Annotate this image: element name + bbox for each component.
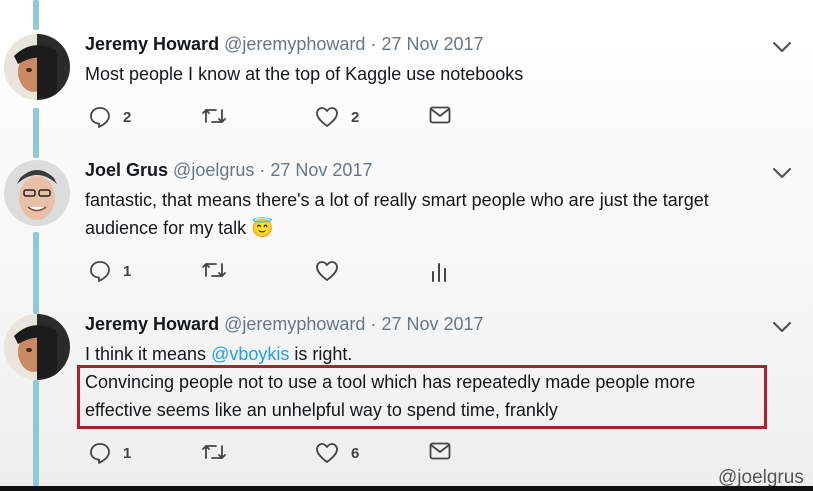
reply-icon bbox=[90, 107, 110, 128]
separator: · bbox=[370, 314, 377, 334]
like-button[interactable] bbox=[315, 260, 351, 282]
tweet-text-prefix: I think it means bbox=[85, 344, 212, 364]
retweet-icon bbox=[202, 263, 226, 277]
dm-icon bbox=[429, 106, 451, 124]
dm-icon bbox=[429, 442, 451, 460]
tweet-header: Jeremy Howard @jeremyphoward · 27 Nov 20… bbox=[85, 314, 484, 335]
like-count: 2 bbox=[351, 108, 360, 126]
like-button[interactable]: 6 bbox=[315, 442, 359, 464]
highlight-box bbox=[77, 365, 767, 429]
separator: · bbox=[370, 34, 377, 54]
tweet-text: Most people I know at the top of Kaggle … bbox=[85, 60, 795, 88]
reply-button[interactable]: 1 bbox=[89, 260, 131, 282]
chevron-down-icon[interactable] bbox=[772, 40, 792, 54]
retweet-button[interactable] bbox=[201, 106, 239, 126]
tweet-text-suffix: is right. bbox=[289, 344, 353, 364]
reply-button[interactable]: 2 bbox=[89, 106, 131, 128]
author-handle[interactable]: @jeremyphoward bbox=[224, 314, 365, 334]
reply-count: 2 bbox=[123, 108, 132, 126]
dm-button[interactable] bbox=[429, 106, 451, 124]
tweet-text: fantastic, that means there's a lot of r… bbox=[85, 186, 795, 242]
retweet-icon bbox=[202, 109, 226, 123]
tweet-text-line: audience for my talk 😇 bbox=[85, 214, 795, 242]
tweet-text-line: Most people I know at the top of Kaggle … bbox=[85, 64, 524, 84]
thread-line bbox=[33, 380, 39, 486]
tweet-header: Joel Grus @joelgrus · 27 Nov 2017 bbox=[85, 160, 372, 181]
dm-button[interactable] bbox=[429, 442, 451, 460]
tweet-date[interactable]: 27 Nov 2017 bbox=[381, 314, 483, 334]
author-name[interactable]: Joel Grus bbox=[85, 160, 168, 180]
separator: · bbox=[259, 160, 266, 180]
reply-icon bbox=[90, 443, 110, 464]
bottom-border bbox=[0, 486, 813, 491]
thread-line bbox=[33, 232, 39, 314]
like-icon bbox=[316, 443, 338, 463]
like-icon bbox=[316, 107, 338, 127]
reply-button[interactable]: 1 bbox=[89, 442, 131, 464]
reply-icon bbox=[90, 261, 110, 282]
author-name[interactable]: Jeremy Howard bbox=[85, 34, 219, 54]
retweet-button[interactable] bbox=[201, 442, 239, 462]
avatar[interactable] bbox=[4, 160, 70, 226]
retweet-icon bbox=[202, 445, 226, 459]
like-icon bbox=[316, 261, 338, 281]
like-count: 6 bbox=[351, 444, 360, 462]
analytics-button[interactable] bbox=[430, 260, 448, 282]
tweet-text-line-2: audience for my talk bbox=[85, 218, 247, 238]
thread-line bbox=[33, 0, 39, 30]
tweet-text-line: fantastic, that means there's a lot of r… bbox=[85, 190, 709, 210]
tweet-date[interactable]: 27 Nov 2017 bbox=[270, 160, 372, 180]
reply-count: 1 bbox=[123, 444, 132, 462]
tweet-header: Jeremy Howard @jeremyphoward · 27 Nov 20… bbox=[85, 34, 484, 55]
tweet-text-line: I think it means @vboykis is right. bbox=[85, 340, 795, 368]
author-handle[interactable]: @joelgrus bbox=[173, 160, 254, 180]
angel-emoji: 😇 bbox=[251, 218, 274, 238]
avatar[interactable] bbox=[4, 314, 70, 380]
author-handle[interactable]: @jeremyphoward bbox=[224, 34, 365, 54]
retweet-button[interactable] bbox=[201, 260, 239, 280]
avatar[interactable] bbox=[4, 34, 70, 100]
chevron-down-icon[interactable] bbox=[772, 320, 792, 334]
mention-link[interactable]: @vboykis bbox=[211, 344, 289, 364]
thread-line bbox=[33, 108, 39, 158]
chevron-down-icon[interactable] bbox=[772, 166, 792, 180]
tweet-date[interactable]: 27 Nov 2017 bbox=[381, 34, 483, 54]
like-button[interactable]: 2 bbox=[315, 106, 359, 128]
analytics-icon bbox=[432, 263, 446, 282]
reply-count: 1 bbox=[123, 262, 132, 280]
author-name[interactable]: Jeremy Howard bbox=[85, 314, 219, 334]
